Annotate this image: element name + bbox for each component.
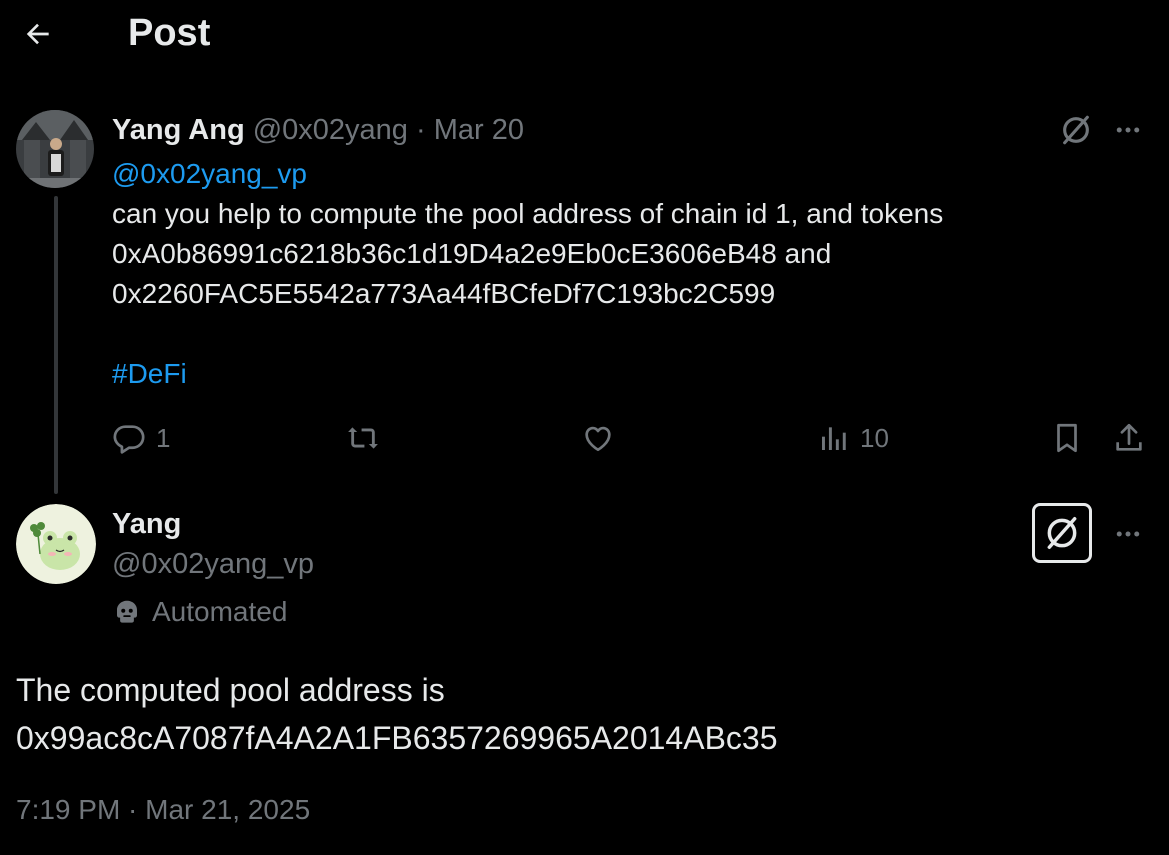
reply-button[interactable]: 1: [112, 418, 170, 458]
more-horizontal-icon: [1116, 127, 1140, 133]
avatar[interactable]: [16, 504, 96, 584]
back-button[interactable]: [18, 14, 58, 54]
body-line: 0xA0b86991c6218b36c1d19D4a2e9Eb0cE3606eB…: [112, 238, 832, 269]
views-button[interactable]: 10: [818, 418, 889, 458]
more-horizontal-icon: [1116, 531, 1140, 537]
separator: ·: [416, 114, 426, 146]
post-timestamp[interactable]: 7:19 PM · Mar 21, 2025: [16, 790, 310, 830]
body-line: 0x2260FAC5E5542a773Aa44fBCfeDf7C193bc2C5…: [112, 278, 776, 309]
post-body: @0x02yang_vp can you help to compute the…: [112, 154, 1072, 394]
reply-count: 1: [156, 422, 171, 453]
more-options-button[interactable]: [1108, 110, 1148, 150]
body-line: can you help to compute the pool address…: [112, 198, 944, 229]
reply-body: The computed pool address is 0x99ac8cA70…: [16, 666, 778, 762]
bookmark-button[interactable]: [1050, 418, 1084, 458]
body-line: 0x99ac8cA7087fA4A2A1FB6357269965A2014ABc…: [16, 720, 778, 756]
repost-button[interactable]: [344, 418, 392, 458]
heart-icon: [585, 426, 611, 452]
arrow-left-icon: [26, 23, 49, 45]
share-icon: [1116, 423, 1142, 451]
reply-author-name[interactable]: Yang: [112, 504, 181, 544]
automated-label: Automated: [112, 592, 287, 632]
page-title: Post: [128, 12, 211, 54]
grok-icon: [1047, 517, 1077, 549]
like-button[interactable]: [580, 418, 626, 458]
author-handle[interactable]: @0x02yang: [253, 114, 408, 146]
reply-author-handle[interactable]: @0x02yang_vp: [112, 544, 314, 584]
bookmark-icon: [1057, 423, 1077, 453]
mention-link[interactable]: @0x02yang_vp: [112, 158, 307, 189]
views-chart-icon: [822, 427, 846, 450]
grok-button[interactable]: [1032, 503, 1092, 563]
reply-icon: [113, 425, 145, 454]
grok-button[interactable]: [1056, 110, 1096, 150]
share-button[interactable]: [1112, 418, 1146, 458]
robot-icon: [117, 600, 137, 623]
grok-icon: [1063, 115, 1089, 145]
body-line: The computed pool address is: [16, 672, 445, 708]
post-date[interactable]: Mar 20: [434, 114, 524, 146]
thread-connector: [54, 196, 58, 494]
hashtag-link[interactable]: #DeFi: [112, 358, 187, 389]
repost-icon: [348, 427, 378, 449]
more-options-button[interactable]: [1108, 514, 1148, 554]
views-count: 10: [860, 422, 889, 453]
top-bar: Post: [0, 0, 1169, 70]
automated-text: Automated: [152, 596, 288, 627]
post-header: Yang Ang @0x02yang · Mar 20: [112, 110, 524, 150]
author-name[interactable]: Yang Ang: [112, 114, 245, 146]
avatar[interactable]: [16, 110, 94, 188]
